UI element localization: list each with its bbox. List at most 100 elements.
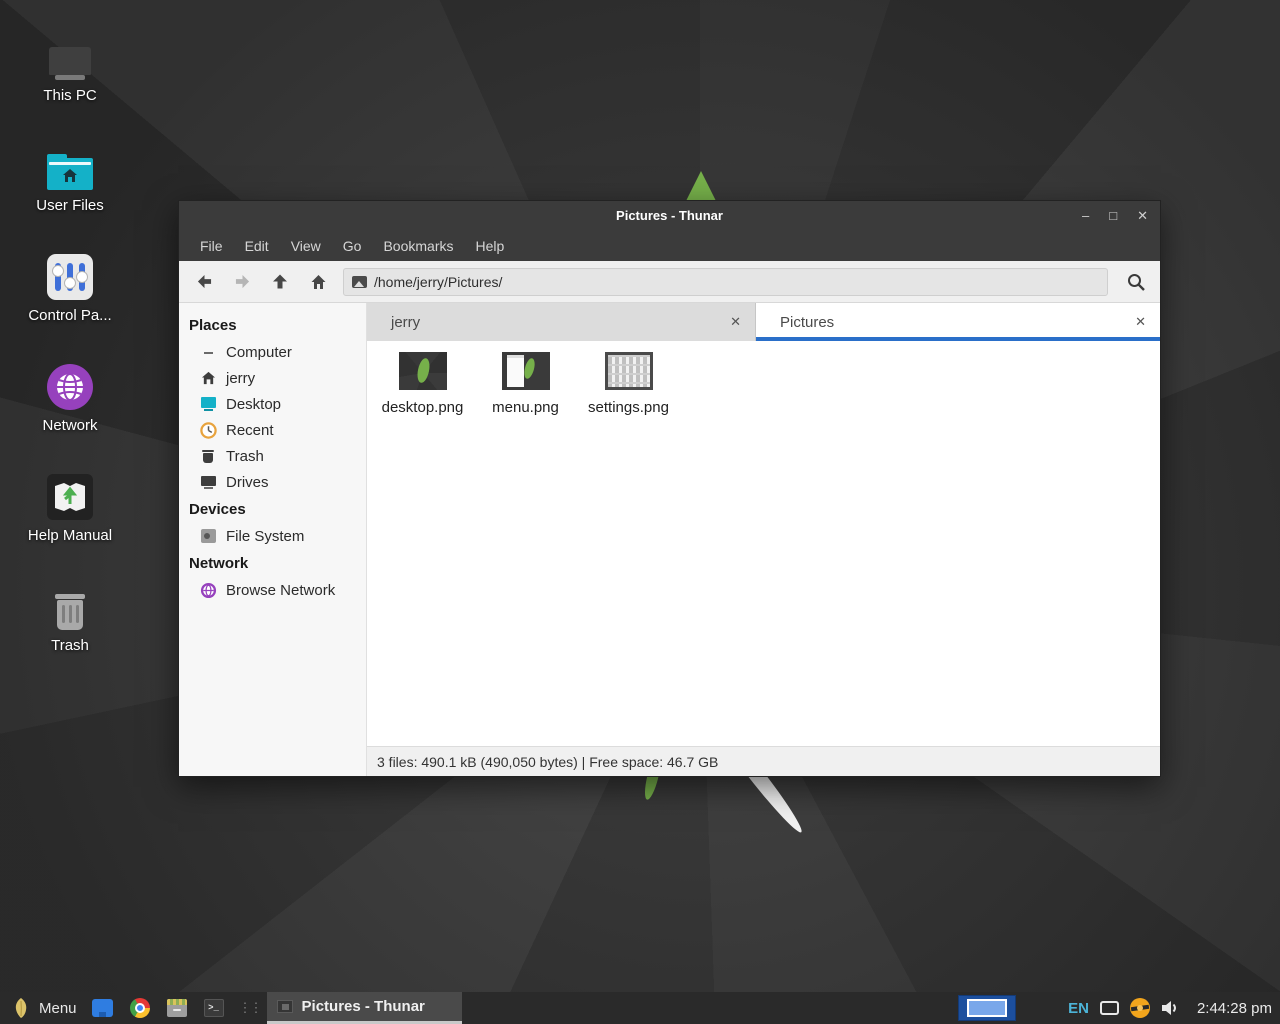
task-button-thunar[interactable]: Pictures - Thunar bbox=[267, 992, 462, 1024]
file-cabinet-icon bbox=[167, 999, 187, 1017]
sidebar-header-places: Places bbox=[179, 311, 366, 339]
file-settings-png[interactable]: settings.png bbox=[577, 352, 680, 416]
network-globe-icon bbox=[47, 356, 93, 410]
tab-close-icon[interactable]: ✕ bbox=[730, 314, 741, 330]
trash-icon bbox=[199, 447, 217, 465]
minimize-button[interactable]: – bbox=[1082, 209, 1089, 222]
control-panel-icon bbox=[47, 246, 93, 300]
system-tray: EN 2:44:28 pm bbox=[1068, 998, 1272, 1018]
path-bar[interactable]: /home/jerry/Pictures/ bbox=[343, 268, 1108, 296]
help-manual-icon bbox=[47, 466, 93, 520]
sidebar-item-recent[interactable]: Recent bbox=[179, 417, 366, 443]
desktop-icon-user-files[interactable]: User Files bbox=[10, 136, 130, 214]
sidebar-item-file-system[interactable]: File System bbox=[179, 523, 366, 549]
window-title: Pictures - Thunar bbox=[179, 208, 1160, 223]
window-mini-icon bbox=[277, 1000, 293, 1013]
menu-bookmarks[interactable]: Bookmarks bbox=[372, 233, 464, 259]
search-button[interactable] bbox=[1116, 265, 1156, 299]
desktop-icon-label: Trash bbox=[51, 637, 89, 654]
home-icon bbox=[199, 369, 217, 387]
desktop-icon-label: This PC bbox=[43, 87, 96, 104]
desktop-icon-label: User Files bbox=[36, 197, 104, 214]
trash-icon bbox=[55, 576, 85, 630]
sidebar: Places Computer jerry Desktop Recent bbox=[179, 303, 367, 776]
tasklist-grip: ⋮⋮ bbox=[239, 1000, 261, 1016]
hard-drive-icon bbox=[199, 527, 217, 545]
tab-pictures[interactable]: Pictures ✕ bbox=[756, 303, 1160, 341]
browser-launcher[interactable] bbox=[91, 996, 115, 1020]
close-button[interactable]: ✕ bbox=[1137, 209, 1148, 222]
file-name: menu.png bbox=[492, 399, 559, 416]
home-button[interactable] bbox=[299, 265, 337, 299]
desktop-icon-control-panel[interactable]: Control Pa... bbox=[10, 246, 130, 324]
tab-close-icon[interactable]: ✕ bbox=[1135, 314, 1146, 330]
maximize-button[interactable]: □ bbox=[1109, 209, 1117, 222]
desktop-icon-help-manual[interactable]: Help Manual bbox=[10, 466, 130, 544]
sidebar-item-label: Drives bbox=[226, 474, 269, 491]
sidebar-item-label: Computer bbox=[226, 344, 292, 361]
file-manager-launcher[interactable] bbox=[165, 996, 189, 1020]
search-icon bbox=[1126, 272, 1146, 292]
sidebar-item-label: Browse Network bbox=[226, 582, 335, 599]
file-list[interactable]: desktop.png menu.png settings.png bbox=[367, 341, 1160, 746]
clock-icon bbox=[199, 421, 217, 439]
volume-icon[interactable] bbox=[1161, 1000, 1180, 1016]
up-arrow-icon bbox=[272, 273, 288, 290]
sidebar-item-trash[interactable]: Trash bbox=[179, 443, 366, 469]
menu-view[interactable]: View bbox=[280, 233, 332, 259]
file-name: settings.png bbox=[588, 399, 669, 416]
tab-bar: jerry ✕ Pictures ✕ bbox=[367, 303, 1160, 341]
keyboard-layout-indicator[interactable]: EN bbox=[1068, 1000, 1089, 1017]
menu-file[interactable]: File bbox=[189, 233, 234, 259]
sidebar-item-label: Desktop bbox=[226, 396, 281, 413]
desktop-icon-this-pc[interactable]: This PC bbox=[10, 26, 130, 104]
sidebar-item-computer[interactable]: Computer bbox=[179, 339, 366, 365]
sidebar-item-jerry[interactable]: jerry bbox=[179, 365, 366, 391]
globe-icon bbox=[199, 581, 217, 599]
update-manager-icon[interactable] bbox=[1130, 998, 1150, 1018]
menu-button[interactable]: Menu bbox=[39, 1000, 77, 1017]
file-menu-png[interactable]: menu.png bbox=[474, 352, 577, 416]
chrome-icon bbox=[130, 998, 150, 1018]
back-button[interactable] bbox=[185, 265, 223, 299]
sidebar-item-desktop[interactable]: Desktop bbox=[179, 391, 366, 417]
tab-label: Pictures bbox=[756, 314, 834, 331]
up-button[interactable] bbox=[261, 265, 299, 299]
active-workspace bbox=[967, 999, 1007, 1017]
terminal-launcher[interactable]: >_ bbox=[202, 996, 226, 1020]
computer-icon bbox=[199, 343, 217, 361]
terminal-icon: >_ bbox=[204, 999, 224, 1017]
image-thumbnail bbox=[502, 352, 550, 390]
back-arrow-icon bbox=[196, 274, 213, 289]
workspace-switcher[interactable] bbox=[958, 995, 1016, 1021]
sidebar-item-drives[interactable]: Drives bbox=[179, 469, 366, 495]
home-folder-icon bbox=[47, 136, 93, 190]
desktop-icon-trash[interactable]: Trash bbox=[10, 576, 130, 654]
computer-icon bbox=[49, 26, 91, 80]
sidebar-item-browse-network[interactable]: Browse Network bbox=[179, 577, 366, 603]
sidebar-item-label: File System bbox=[226, 528, 304, 545]
tab-jerry[interactable]: jerry ✕ bbox=[367, 303, 756, 341]
menu-go[interactable]: Go bbox=[332, 233, 373, 259]
forward-button[interactable] bbox=[223, 265, 261, 299]
menu-help[interactable]: Help bbox=[465, 233, 516, 259]
desktop-icon-network[interactable]: Network bbox=[10, 356, 130, 434]
chrome-launcher[interactable] bbox=[128, 996, 152, 1020]
task-button-label: Pictures - Thunar bbox=[302, 998, 425, 1015]
toolbar: /home/jerry/Pictures/ bbox=[179, 261, 1160, 303]
file-desktop-png[interactable]: desktop.png bbox=[371, 352, 474, 416]
home-icon bbox=[310, 274, 327, 290]
menu-edit[interactable]: Edit bbox=[234, 233, 280, 259]
sidebar-item-label: jerry bbox=[226, 370, 255, 387]
image-thumbnail bbox=[605, 352, 653, 390]
menubar: File Edit View Go Bookmarks Help bbox=[179, 230, 1160, 261]
mint-menu-icon[interactable] bbox=[12, 997, 30, 1019]
titlebar[interactable]: Pictures - Thunar – □ ✕ bbox=[179, 201, 1160, 230]
status-bar: 3 files: 490.1 kB (490,050 bytes) | Free… bbox=[367, 746, 1160, 776]
file-name: desktop.png bbox=[382, 399, 464, 416]
clock[interactable]: 2:44:28 pm bbox=[1197, 1000, 1272, 1017]
display-tray-icon[interactable] bbox=[1100, 1001, 1119, 1015]
desktop-icon-label: Help Manual bbox=[28, 527, 112, 544]
mint-logo-fragment-top bbox=[686, 171, 716, 201]
desktop-screen: This PC User Files Control Pa... bbox=[0, 0, 1280, 1024]
